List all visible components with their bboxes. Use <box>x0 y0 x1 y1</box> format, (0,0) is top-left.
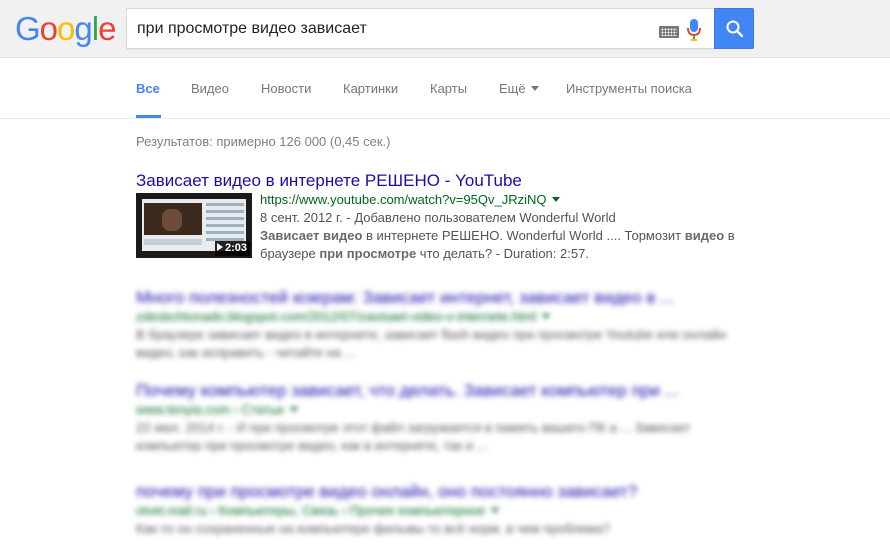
tab-images[interactable]: Картинки <box>343 81 398 96</box>
search-result: почему при просмотре видео онлайн, оно п… <box>136 482 746 538</box>
result-snippet: Как-то он сохраненные на компьютере филь… <box>136 521 610 536</box>
tab-more-label: Ещё <box>499 81 526 96</box>
video-duration-badge: 2:03 <box>214 241 250 256</box>
result-url: www.tenyia.com › Статьи <box>136 401 746 419</box>
active-tab-indicator <box>136 115 161 118</box>
result-title-link[interactable]: почему при просмотре видео онлайн, оно п… <box>136 482 746 502</box>
search-icon <box>726 20 744 38</box>
logo-letter: G <box>15 10 41 47</box>
result-stats: Результатов: примерно 126 000 (0,45 сек.… <box>136 134 391 149</box>
snippet-highlight: Зависает видео <box>260 228 363 243</box>
search-result: Много полезностей юзерам: Зависает интер… <box>136 288 746 362</box>
microphone-icon[interactable] <box>687 18 701 42</box>
snippet-text: что делать? - Duration: 2:57. <box>416 246 589 261</box>
result-meta: 8 сент. 2012 г. - Добавлено пользователе… <box>260 210 616 225</box>
keyboard-icon[interactable] <box>659 26 679 38</box>
caret-down-icon[interactable] <box>491 508 500 513</box>
result-url: otvet.mail.ru › Компьютеры, Связь › Проч… <box>136 502 746 520</box>
search-tabs: Все Видео Новости Картинки Карты Ещё Инс… <box>0 59 890 119</box>
result-url-text: zdesbchtonado.blogspot.com/2012/07/zavis… <box>136 309 537 324</box>
tab-maps[interactable]: Карты <box>430 81 467 96</box>
tab-all[interactable]: Все <box>136 81 160 96</box>
result-snippet: 22 июл. 2014 г. - И при просмотре этот ф… <box>136 420 691 453</box>
chevron-down-icon <box>530 86 539 91</box>
tab-more[interactable]: Ещё <box>499 81 539 96</box>
result-url-text: otvet.mail.ru › Компьютеры, Связь › Проч… <box>136 503 486 518</box>
snippet-text: в интернете РЕШЕНО. Wonderful World ....… <box>362 228 685 243</box>
play-icon <box>216 243 223 251</box>
snippet-highlight: видео <box>684 228 725 243</box>
result-snippet: Зависает видео в интернете РЕШЕНО. Wonde… <box>260 227 745 263</box>
result-url: zdesbchtonado.blogspot.com/2012/07/zavis… <box>136 308 746 326</box>
search-result: Почему компьютер зависает, что делать. З… <box>136 381 746 455</box>
caret-down-icon[interactable] <box>289 407 298 412</box>
tab-search-tools[interactable]: Инструменты поиска <box>566 81 692 96</box>
result-title-link[interactable]: Зависает видео в интернете РЕШЕНО - YouT… <box>136 171 522 191</box>
result-url: https://www.youtube.com/watch?v=95Qv_JRz… <box>260 191 745 209</box>
tab-news[interactable]: Новости <box>261 81 311 96</box>
caret-down-icon[interactable] <box>542 314 551 319</box>
video-thumbnail[interactable]: 2:03 <box>136 193 252 258</box>
search-input[interactable]: при просмотре видео зависает <box>126 8 715 49</box>
result-snippet: В браузере зависает видео в интернете, з… <box>136 327 727 360</box>
search-result: Зависает видео в интернете РЕШЕНО - YouT… <box>136 171 735 271</box>
logo-letter: o <box>39 10 58 47</box>
search-header: Google при просмотре видео зависает <box>0 0 890 58</box>
logo-letter: e <box>98 10 116 47</box>
snippet-highlight: при просмотре <box>319 246 417 261</box>
result-url-text: www.tenyia.com › Статьи <box>136 402 284 417</box>
result-title-link[interactable]: Почему компьютер зависает, что делать. З… <box>136 381 746 401</box>
caret-down-icon[interactable] <box>552 197 561 202</box>
search-button[interactable] <box>714 8 754 49</box>
search-query-text[interactable]: при просмотре видео зависает <box>137 20 367 38</box>
result-title-link[interactable]: Много полезностей юзерам: Зависает интер… <box>136 288 746 308</box>
video-duration: 2:03 <box>224 242 247 254</box>
google-logo[interactable]: Google <box>15 10 116 47</box>
logo-letter: o <box>57 10 75 47</box>
logo-letter: g <box>74 10 92 47</box>
tab-video[interactable]: Видео <box>191 81 229 96</box>
result-url-text: https://www.youtube.com/watch?v=95Qv_JRz… <box>260 192 547 207</box>
